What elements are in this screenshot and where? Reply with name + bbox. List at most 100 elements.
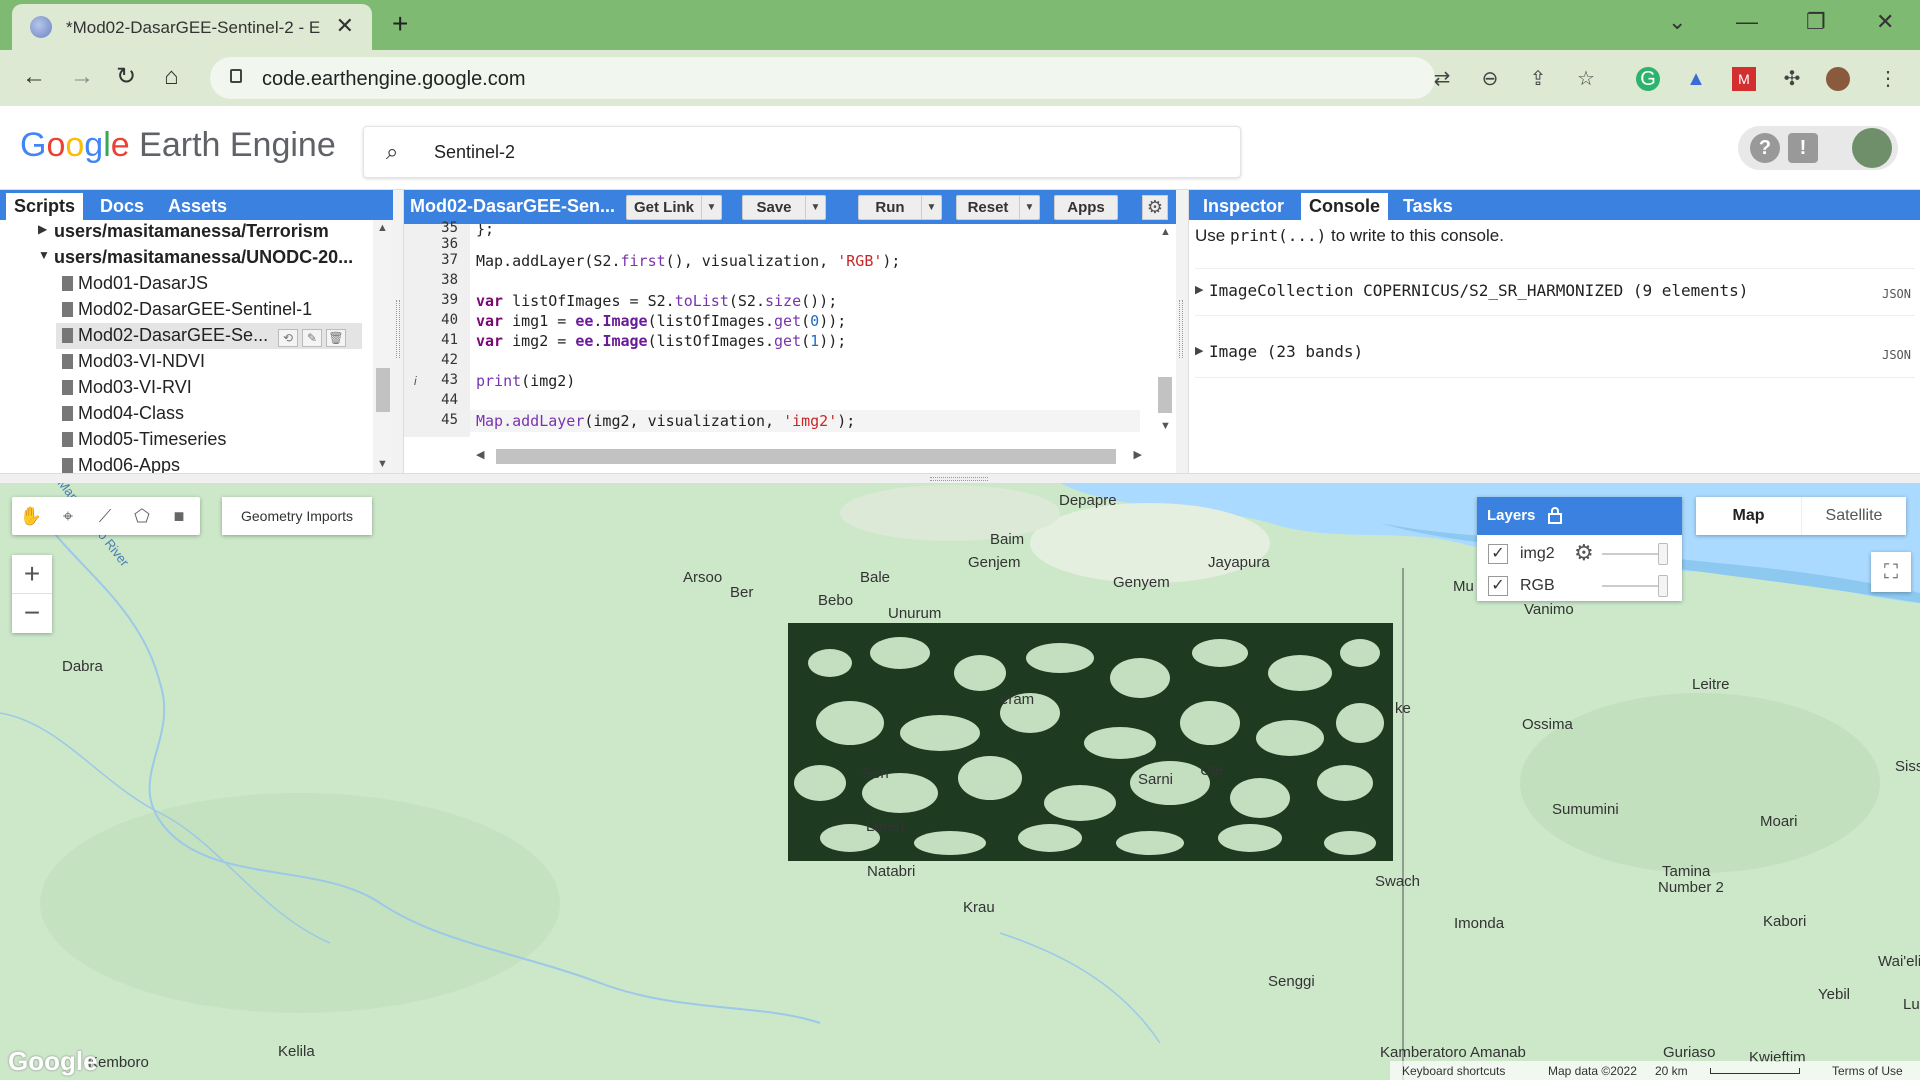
lock-icon[interactable] bbox=[1547, 506, 1563, 524]
fullscreen-icon[interactable]: ⛶ bbox=[1871, 552, 1911, 592]
json-badge[interactable]: JSON bbox=[1882, 348, 1911, 362]
tree-file[interactable]: Mod03-VI-NDVI bbox=[0, 349, 372, 375]
history-icon[interactable]: ⟲ bbox=[278, 329, 298, 347]
scroll-up-icon[interactable]: ▲ bbox=[1160, 226, 1171, 238]
reset-button[interactable]: Reset ▼ bbox=[956, 195, 1040, 220]
search-input[interactable]: Sentinel-2 bbox=[434, 142, 515, 163]
layer-checkbox[interactable]: ✓ bbox=[1488, 544, 1508, 564]
keyboard-shortcuts-link[interactable]: Keyboard shortcuts bbox=[1402, 1064, 1505, 1078]
home-icon[interactable]: ⌂ bbox=[164, 62, 179, 92]
get-link-button[interactable]: Get Link ▼ bbox=[626, 195, 722, 220]
scroll-left-icon[interactable]: ◀ bbox=[476, 448, 484, 461]
feedback-icon[interactable]: ! bbox=[1788, 133, 1818, 163]
layer-row-img2[interactable]: ✓ img2 ⚙ bbox=[1477, 537, 1682, 569]
tab-docs[interactable]: Docs bbox=[92, 193, 152, 220]
tree-file[interactable]: Mod04-Class bbox=[0, 401, 372, 427]
close-tab-icon[interactable]: ✕ bbox=[336, 15, 354, 37]
help-icon[interactable]: ? bbox=[1750, 133, 1780, 163]
layer-checkbox[interactable]: ✓ bbox=[1488, 576, 1508, 596]
forward-icon[interactable]: → bbox=[70, 62, 94, 92]
tab-tasks[interactable]: Tasks bbox=[1395, 193, 1461, 220]
panel-resizer[interactable] bbox=[393, 190, 403, 473]
extension-mendeley-icon[interactable]: M bbox=[1732, 67, 1756, 91]
save-button[interactable]: Save ▼ bbox=[742, 195, 826, 220]
add-marker-icon[interactable]: ⌖ bbox=[55, 503, 81, 529]
draw-polygon-icon[interactable]: ⬠ bbox=[129, 503, 155, 529]
account-avatar[interactable] bbox=[1852, 128, 1892, 168]
opacity-slider[interactable] bbox=[1602, 553, 1664, 555]
console-entry[interactable]: ▶ ImageCollection COPERNICUS/S2_SR_HARMO… bbox=[1195, 268, 1915, 316]
tab-inspector[interactable]: Inspector bbox=[1195, 193, 1292, 220]
extensions-puzzle-icon[interactable]: ✣ bbox=[1780, 67, 1804, 91]
console-entry[interactable]: ▶ Image (23 bands) JSON bbox=[1195, 330, 1915, 378]
new-tab-button[interactable]: + bbox=[392, 10, 408, 38]
code-area[interactable]: }; Map.addLayer(S2.first(), visualizatio… bbox=[470, 224, 1160, 437]
dropdown-icon[interactable]: ▼ bbox=[805, 196, 825, 219]
minimize-icon[interactable]: — bbox=[1736, 10, 1758, 34]
dropdown-icon[interactable]: ▼ bbox=[1019, 196, 1039, 219]
reload-icon[interactable]: ↻ bbox=[116, 62, 136, 92]
map-type-map[interactable]: Map bbox=[1696, 497, 1801, 535]
tree-folder-unodc[interactable]: ▼ users/masitamanessa/UNODC-20... bbox=[0, 245, 372, 271]
scroll-down-icon[interactable]: ▼ bbox=[377, 458, 388, 470]
panel-resizer[interactable] bbox=[1176, 190, 1188, 473]
scrollbar-thumb[interactable] bbox=[496, 449, 1116, 464]
share-icon[interactable]: ⇪ bbox=[1526, 67, 1550, 91]
tab-search-icon[interactable]: ⌄ bbox=[1668, 10, 1686, 34]
tree-file[interactable]: Mod05-Timeseries bbox=[0, 427, 372, 453]
collapse-arrow-icon[interactable]: ▼ bbox=[38, 248, 50, 262]
layer-settings-gear-icon[interactable]: ⚙ bbox=[1574, 540, 1594, 566]
terms-link[interactable]: Terms of Use bbox=[1832, 1064, 1903, 1078]
scroll-right-icon[interactable]: ▶ bbox=[1134, 448, 1142, 461]
extension-graduation-icon[interactable]: ▲ bbox=[1684, 67, 1708, 91]
restore-icon[interactable]: ❐ bbox=[1806, 10, 1826, 34]
map-splitter[interactable] bbox=[0, 473, 1920, 483]
dropdown-icon[interactable]: ▼ bbox=[921, 196, 941, 219]
settings-gear-icon[interactable]: ⚙ bbox=[1142, 195, 1168, 220]
layer-row-rgb[interactable]: ✓ RGB bbox=[1477, 569, 1682, 601]
zoom-in-button[interactable]: + bbox=[12, 555, 52, 594]
rename-icon[interactable]: ✎ bbox=[302, 329, 322, 347]
expand-arrow-icon[interactable]: ▶ bbox=[38, 222, 47, 236]
geometry-imports-button[interactable]: Geometry Imports bbox=[222, 497, 372, 535]
scroll-down-icon[interactable]: ▼ bbox=[1160, 420, 1171, 432]
zoom-out-icon[interactable]: ⊖ bbox=[1478, 67, 1502, 91]
scroll-up-icon[interactable]: ▲ bbox=[377, 222, 388, 234]
bookmark-star-icon[interactable]: ☆ bbox=[1574, 67, 1598, 91]
delete-icon[interactable]: 🗑 bbox=[326, 329, 346, 347]
grammarly-icon[interactable]: G bbox=[1636, 67, 1660, 91]
zoom-out-button[interactable]: − bbox=[12, 594, 52, 633]
tree-folder-terrorism[interactable]: ▶ users/masitamanessa/Terrorism bbox=[0, 220, 372, 245]
opacity-slider-knob[interactable] bbox=[1658, 575, 1668, 597]
apps-button[interactable]: Apps bbox=[1054, 195, 1118, 220]
expand-arrow-icon[interactable]: ▶ bbox=[1195, 283, 1203, 296]
dropdown-icon[interactable]: ▼ bbox=[701, 196, 721, 219]
tab-assets[interactable]: Assets bbox=[160, 193, 235, 220]
draw-line-icon[interactable]: ⟋ bbox=[92, 503, 118, 529]
tab-console[interactable]: Console bbox=[1301, 193, 1389, 220]
draw-rectangle-icon[interactable]: ■ bbox=[166, 503, 192, 529]
scrollbar-thumb[interactable] bbox=[376, 368, 390, 412]
browser-tab[interactable]: *Mod02-DasarGEE-Sentinel-2 - E ✕ bbox=[12, 4, 372, 50]
scripts-scrollbar[interactable]: ▲ ▼ bbox=[373, 220, 393, 473]
editor-vertical-scrollbar[interactable]: ▲ ▼ bbox=[1155, 224, 1175, 437]
tab-scripts[interactable]: Scripts bbox=[6, 193, 84, 220]
expand-arrow-icon[interactable]: ▶ bbox=[1195, 344, 1203, 357]
back-icon[interactable]: ← bbox=[22, 62, 46, 92]
json-badge[interactable]: JSON bbox=[1882, 287, 1911, 301]
pan-hand-icon[interactable]: ✋ bbox=[18, 503, 44, 529]
tree-file[interactable]: Mod06-Apps bbox=[0, 453, 372, 473]
map-type-satellite[interactable]: Satellite bbox=[1801, 497, 1906, 535]
layers-header[interactable]: Layers bbox=[1477, 497, 1682, 535]
tree-file[interactable]: Mod01-DasarJS bbox=[0, 271, 372, 297]
opacity-slider-knob[interactable] bbox=[1658, 543, 1668, 565]
opacity-slider[interactable] bbox=[1602, 585, 1664, 587]
translate-icon[interactable]: ⇄ bbox=[1430, 67, 1454, 91]
tree-file[interactable]: Mod02-DasarGEE-Sentinel-1 bbox=[0, 297, 372, 323]
scrollbar-thumb[interactable] bbox=[1158, 377, 1172, 413]
run-button[interactable]: Run ▼ bbox=[858, 195, 942, 220]
close-window-icon[interactable]: ✕ bbox=[1876, 10, 1894, 34]
map-canvas[interactable]: Depapre Baim Genjem Jayapura Genyem Arso… bbox=[0, 483, 1920, 1080]
address-bar[interactable]: code.earthengine.google.com bbox=[210, 57, 1435, 99]
profile-avatar[interactable] bbox=[1826, 67, 1850, 91]
